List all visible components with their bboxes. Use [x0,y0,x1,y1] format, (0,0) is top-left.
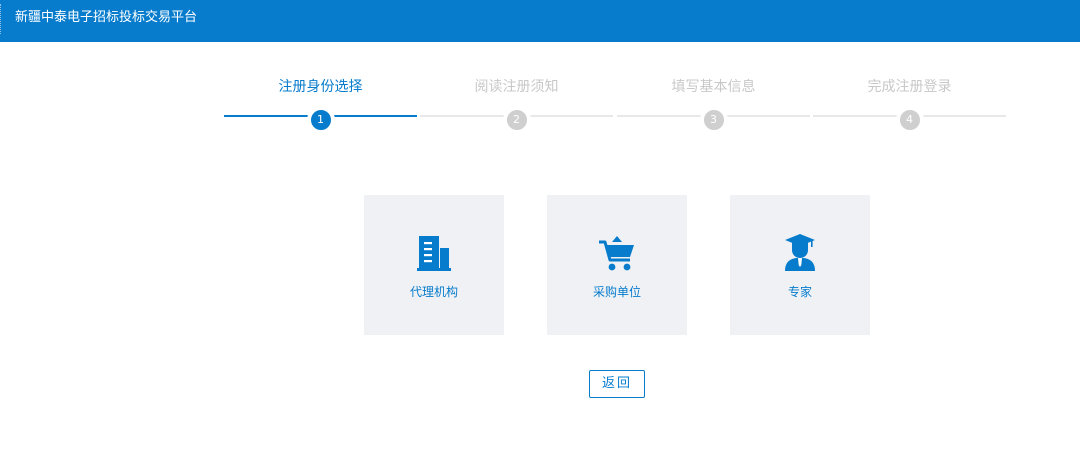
role-card-agency-label: 代理机构 [409,285,458,299]
step-3-label: 填写基本信息 [671,79,756,95]
step-2: 阅读注册须知 2 [420,72,613,134]
step-4-number: 4 [895,106,924,134]
step-3-number: 3 [699,106,728,134]
role-card-agency[interactable]: 代理机构 [364,195,504,335]
step-2-number: 2 [502,106,531,134]
role-card-expert[interactable]: 专家 [730,195,870,335]
graduate-icon [785,234,815,271]
window-edge-marks [0,4,5,34]
role-card-purchaser-label: 采购单位 [592,285,641,299]
building-icon [417,236,451,271]
step-1-label: 注册身份选择 [278,79,363,95]
shopping-cart-icon [599,236,634,271]
step-3: 填写基本信息 3 [617,72,810,134]
registration-steps: 注册身份选择 1 阅读注册须知 2 填写基本信息 3 完成注册登录 4 [224,72,1010,134]
back-button[interactable]: 返回 [589,370,645,398]
step-2-label: 阅读注册须知 [474,79,559,95]
step-1: 注册身份选择 1 [224,72,417,134]
step-1-number: 1 [306,106,335,134]
step-4: 完成注册登录 4 [813,72,1006,134]
top-header-bar: 新疆中泰电子招标投标交易平台 [0,0,1080,42]
role-card-purchaser[interactable]: 采购单位 [547,195,687,335]
step-4-label: 完成注册登录 [867,79,952,95]
platform-title: 新疆中泰电子招标投标交易平台 [15,10,198,25]
role-card-expert-label: 专家 [787,285,812,299]
